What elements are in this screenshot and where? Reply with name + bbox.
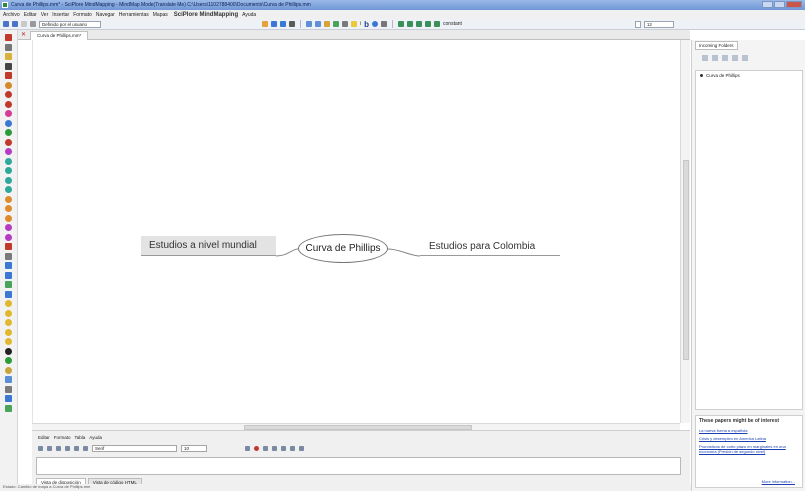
copy-icon[interactable] — [65, 446, 70, 451]
paper-link[interactable]: La nueva forma a española — [696, 426, 802, 434]
menu-formato[interactable]: Formato — [54, 435, 71, 440]
menu-ayuda[interactable]: Ayuda — [89, 435, 102, 440]
connector-right — [387, 248, 421, 257]
font-combo[interactable]: Serif — [92, 445, 177, 452]
root-node[interactable]: Curva de Phillips — [298, 234, 388, 263]
align-center-icon[interactable] — [272, 446, 277, 451]
numbered-list-icon[interactable] — [299, 446, 304, 451]
cut-icon[interactable] — [56, 446, 61, 451]
note-editor-menu: Editar Formato Tabla Ayuda — [38, 435, 102, 440]
tree-bullet-icon — [700, 74, 703, 78]
find-icon[interactable] — [83, 446, 88, 451]
size-combo[interactable]: 10 — [181, 445, 207, 452]
paste-icon[interactable] — [74, 446, 79, 451]
status-bar: Estado: Cambio de mapa a Curva de Philli… — [0, 484, 805, 491]
refresh-icon[interactable] — [742, 55, 748, 61]
new-folder-icon[interactable] — [702, 55, 708, 61]
node-estudios-mundial[interactable]: Estudios a nivel mundial — [141, 236, 276, 256]
note-editor-toolbar: Serif 10 — [38, 444, 304, 453]
connector-left — [275, 248, 299, 257]
align-right-icon[interactable] — [281, 446, 286, 451]
menu-editar[interactable]: Editar — [38, 435, 50, 440]
horizontal-scrollbar[interactable] — [32, 423, 680, 430]
scroll-thumb[interactable] — [683, 160, 689, 360]
note-text-area[interactable] — [36, 457, 681, 475]
vertical-scrollbar[interactable] — [680, 40, 690, 423]
papers-panel: These papers might be of interest La nue… — [695, 415, 803, 488]
note-editor-panel: Editar Formato Tabla Ayuda Serif 10 Vist… — [32, 430, 690, 491]
paper-link[interactable]: Pronósticos de corto plazo en marginales… — [696, 442, 802, 455]
paper-link[interactable]: Crisis y desempleo en America Latina — [696, 434, 802, 442]
more-information-link[interactable]: More information... — [759, 477, 798, 485]
undo-icon[interactable] — [38, 446, 43, 451]
record-icon[interactable] — [254, 446, 259, 451]
redo-icon[interactable] — [47, 446, 52, 451]
export-icon[interactable] — [722, 55, 728, 61]
bullet-list-icon[interactable] — [290, 446, 295, 451]
tab-incoming-folders[interactable]: Incoming Folders — [695, 41, 738, 50]
align-left-icon[interactable] — [263, 446, 268, 451]
tree-item[interactable]: Curva de Phillips — [706, 73, 740, 78]
font-color-icon[interactable] — [245, 446, 250, 451]
tag-icon[interactable] — [732, 55, 738, 61]
papers-header: These papers might be of interest — [699, 418, 780, 424]
menu-tabla[interactable]: Tabla — [75, 435, 86, 440]
import-icon[interactable] — [712, 55, 718, 61]
right-side-panel: Incoming Folders Curva de Phillips These… — [691, 40, 805, 491]
folder-tree: Curva de Phillips — [695, 70, 803, 410]
node-estudios-colombia[interactable]: Estudios para Colombia — [420, 238, 560, 256]
panel-toolbar — [702, 55, 748, 61]
